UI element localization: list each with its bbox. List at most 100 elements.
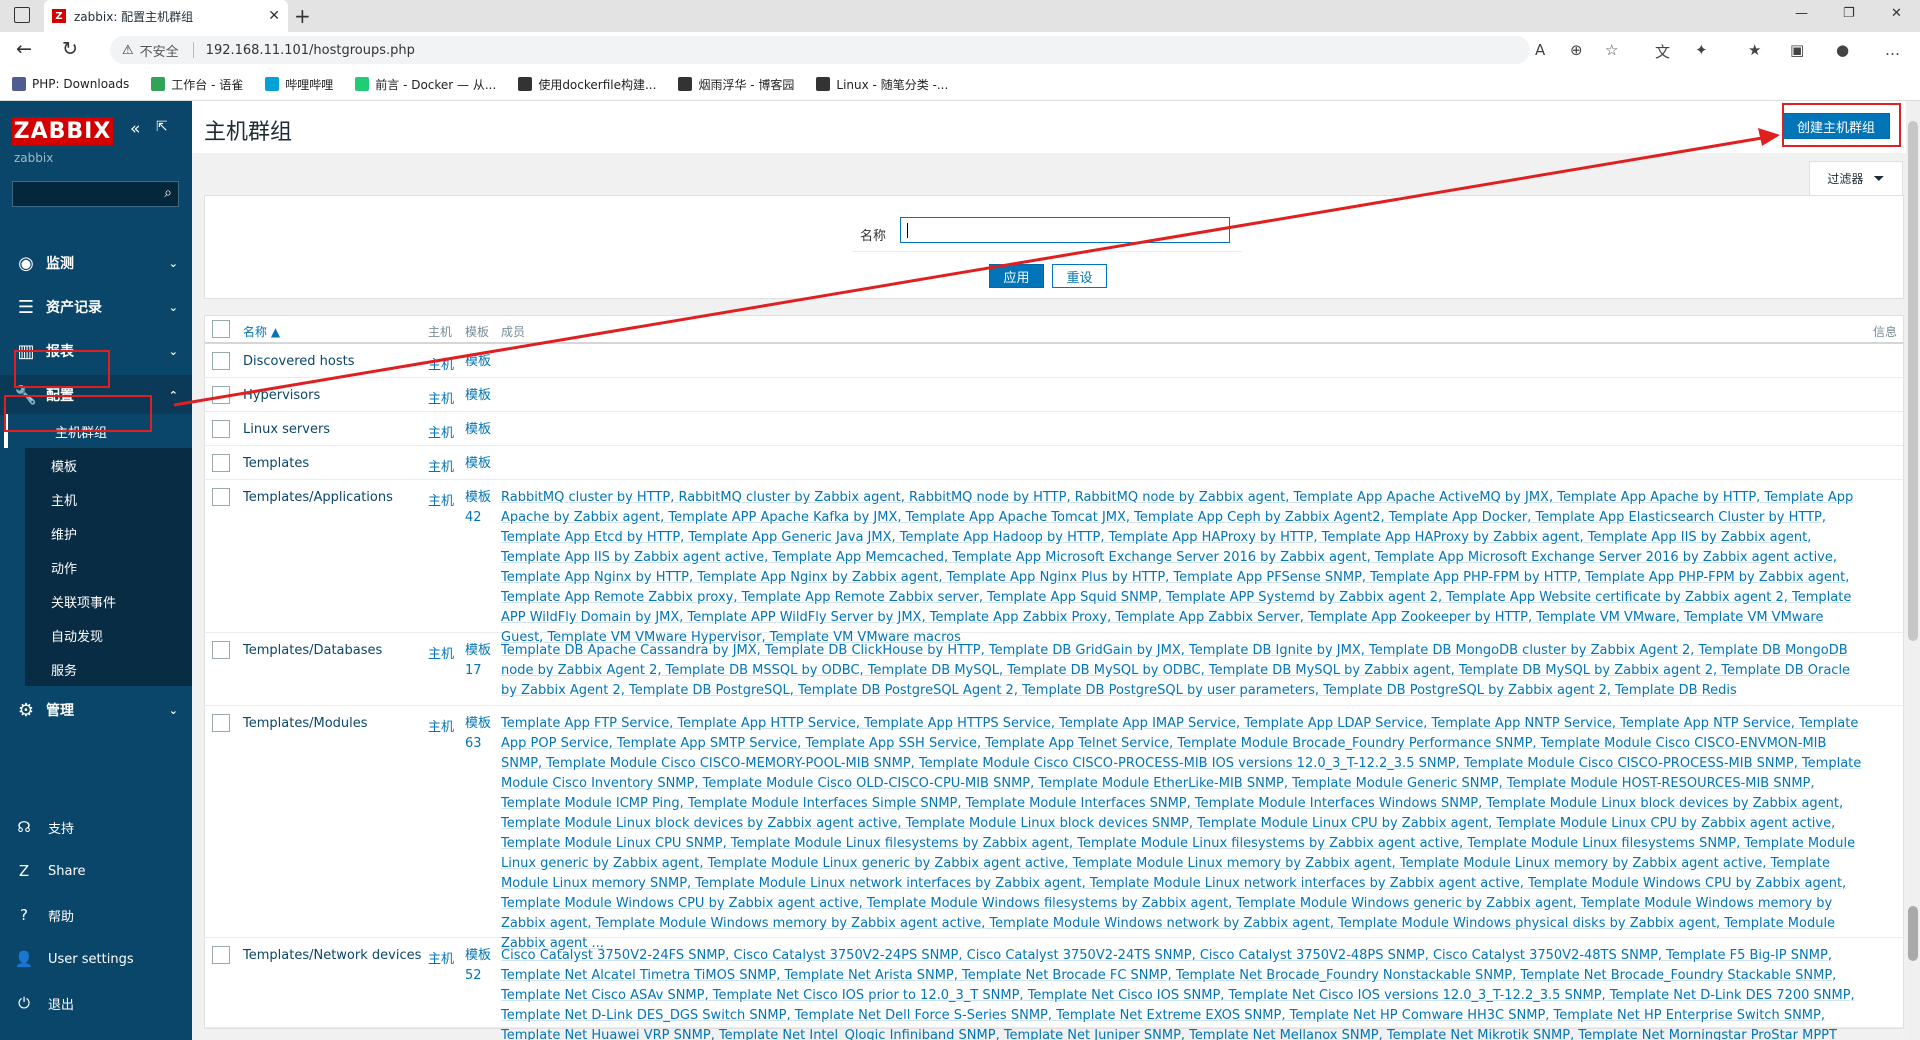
main-content: 主机群组 创建主机群组 过滤器 ⏷ 名称 应用 重设 名称 ▲ 主机 模板 成员…: [192, 101, 1920, 1040]
bookmark-item[interactable]: Linux - 随笔分类 -...: [816, 76, 948, 93]
filter-name-input[interactable]: [900, 217, 1230, 243]
group-name-link[interactable]: Templates/Databases: [243, 643, 382, 658]
row-checkbox[interactable]: [212, 946, 230, 964]
bookmark-item[interactable]: 使用dockerfile构建...: [518, 76, 656, 93]
row-checkbox[interactable]: [212, 386, 230, 404]
hosts-link[interactable]: 主机: [428, 716, 454, 735]
hosts-link[interactable]: 主机: [428, 490, 454, 509]
templates-link[interactable]: 模板: [465, 454, 499, 474]
submenu-services[interactable]: 服务: [25, 652, 192, 686]
templates-link[interactable]: 模板 52: [465, 946, 499, 986]
row-checkbox[interactable]: [212, 714, 230, 732]
page-scrollbar[interactable]: [1906, 101, 1920, 1040]
menu-user-settings[interactable]: 👤 User settings: [0, 941, 192, 977]
browser-tab[interactable]: Z zabbix: 配置主机群组 ✕: [44, 0, 288, 32]
hosts-link[interactable]: 主机: [428, 948, 454, 967]
favorites-bar-icon[interactable]: ★: [1748, 41, 1761, 59]
close-window-icon[interactable]: ✕: [1891, 6, 1902, 21]
translate-icon[interactable]: 文: [1655, 41, 1670, 62]
cnblogs-icon: [816, 77, 831, 91]
submenu-hosts[interactable]: 主机: [25, 482, 192, 516]
menu-monitoring[interactable]: ◉ 监测 ⌄: [0, 243, 192, 283]
scrollbar-thumb-secondary[interactable]: [1908, 906, 1918, 961]
zoom-icon[interactable]: ⊕: [1570, 41, 1583, 59]
sidebar-search-input[interactable]: ⌕: [12, 181, 179, 207]
close-tab-icon[interactable]: ✕: [268, 8, 280, 24]
bookmark-item[interactable]: 工作台 - 语雀: [151, 76, 243, 93]
group-name-link[interactable]: Templates/Modules: [243, 716, 368, 731]
templates-link[interactable]: 模板: [465, 386, 499, 406]
group-name-link[interactable]: Templates/Applications: [243, 490, 393, 505]
members-list[interactable]: Template App FTP Service, Template App H…: [501, 714, 1866, 954]
refresh-icon[interactable]: ↻: [62, 38, 78, 60]
collapse-sidebar-icon[interactable]: «: [130, 119, 140, 139]
undock-sidebar-icon[interactable]: ⇱: [156, 119, 168, 135]
read-aloud-icon[interactable]: A: [1535, 41, 1545, 59]
header-name[interactable]: 名称 ▲: [243, 323, 280, 340]
group-name-link[interactable]: Linux servers: [243, 422, 330, 437]
submenu-actions[interactable]: 动作: [25, 550, 192, 584]
menu-sign-out[interactable]: ⏻ 退出: [0, 985, 192, 1021]
search-icon[interactable]: ⌕: [164, 185, 172, 201]
favorite-icon[interactable]: ☆: [1605, 41, 1618, 59]
menu-share[interactable]: Z Share: [0, 853, 192, 889]
menu-label: 管理: [46, 703, 74, 719]
group-name-link[interactable]: Hypervisors: [243, 388, 320, 403]
group-name-link[interactable]: Templates: [243, 456, 309, 471]
reset-button[interactable]: 重设: [1052, 264, 1107, 288]
submenu-templates[interactable]: 模板: [25, 448, 192, 482]
apply-button[interactable]: 应用: [989, 264, 1044, 288]
menu-label: Share: [48, 863, 86, 879]
bookmark-item[interactable]: 前言 - Docker — 从...: [355, 76, 496, 93]
filter-tab[interactable]: 过滤器 ⏷: [1809, 161, 1903, 195]
more-icon[interactable]: …: [1885, 41, 1900, 59]
extensions-icon[interactable]: ✦: [1695, 41, 1708, 59]
hosts-link[interactable]: 主机: [428, 456, 454, 475]
bookmark-item[interactable]: 烟雨浮华 - 博客园: [678, 76, 794, 93]
templates-link[interactable]: 模板 17: [465, 641, 499, 681]
url-separator: [192, 42, 194, 58]
header-info: 信息: [1872, 325, 1897, 339]
zabbix-logo[interactable]: ZABBIX: [12, 117, 113, 145]
menu-support[interactable]: ☊ 支持: [0, 809, 192, 845]
bookmark-label: 使用dockerfile构建...: [538, 77, 657, 92]
row-checkbox[interactable]: [212, 352, 230, 370]
group-name-link[interactable]: Discovered hosts: [243, 354, 354, 369]
menu-administration[interactable]: ⚙ 管理 ⌄: [0, 690, 192, 730]
back-icon[interactable]: ←: [16, 38, 32, 60]
members-list[interactable]: RabbitMQ cluster by HTTP, RabbitMQ clust…: [501, 488, 1866, 648]
menu-help[interactable]: ? 帮助: [0, 897, 192, 933]
members-list[interactable]: Template DB Apache Cassandra by JMX, Tem…: [501, 641, 1866, 701]
new-tab-icon[interactable]: +: [294, 4, 311, 28]
bookmark-item[interactable]: PHP: Downloads: [12, 77, 129, 91]
restore-icon[interactable]: ❐: [1843, 6, 1855, 21]
templates-link[interactable]: 模板: [465, 420, 499, 440]
sidebar: ZABBIX « ⇱ zabbix ⌕ ◉ 监测 ⌄ ☰ 资产记录 ⌄ ▥ 报表…: [0, 101, 192, 1040]
select-all-checkbox[interactable]: [212, 320, 230, 338]
row-checkbox[interactable]: [212, 420, 230, 438]
submenu-discovery[interactable]: 自动发现: [25, 618, 192, 652]
tab-actions-icon[interactable]: [14, 7, 30, 23]
scrollbar-thumb[interactable]: [1908, 121, 1918, 641]
submenu-maintenance[interactable]: 维护: [25, 516, 192, 550]
url-field[interactable]: ⚠ 不安全 192.168.11.101/hostgroups.php: [110, 36, 1530, 64]
minimize-icon[interactable]: —: [1795, 6, 1808, 21]
row-checkbox[interactable]: [212, 454, 230, 472]
hosts-link[interactable]: 主机: [428, 388, 454, 407]
group-name-link[interactable]: Templates/Network devices: [243, 948, 421, 963]
row-checkbox[interactable]: [212, 641, 230, 659]
menu-inventory[interactable]: ☰ 资产记录 ⌄: [0, 287, 192, 327]
templates-link[interactable]: 模板 63: [465, 714, 499, 754]
profile-avatar-icon[interactable]: ●: [1836, 41, 1849, 59]
hosts-link[interactable]: 主机: [428, 643, 454, 662]
members-list[interactable]: Cisco Catalyst 3750V2-24FS SNMP, Cisco C…: [501, 946, 1866, 1040]
templates-link[interactable]: 模板 42: [465, 488, 499, 528]
collections-icon[interactable]: ▣: [1790, 41, 1804, 59]
menu-label: 资产记录: [46, 300, 102, 316]
submenu-event-correlation[interactable]: 关联项事件: [25, 584, 192, 618]
row-checkbox[interactable]: [212, 488, 230, 506]
templates-link[interactable]: 模板: [465, 352, 499, 372]
hosts-link[interactable]: 主机: [428, 354, 454, 373]
hosts-link[interactable]: 主机: [428, 422, 454, 441]
bookmark-item[interactable]: 哔哩哔哩: [265, 76, 333, 93]
